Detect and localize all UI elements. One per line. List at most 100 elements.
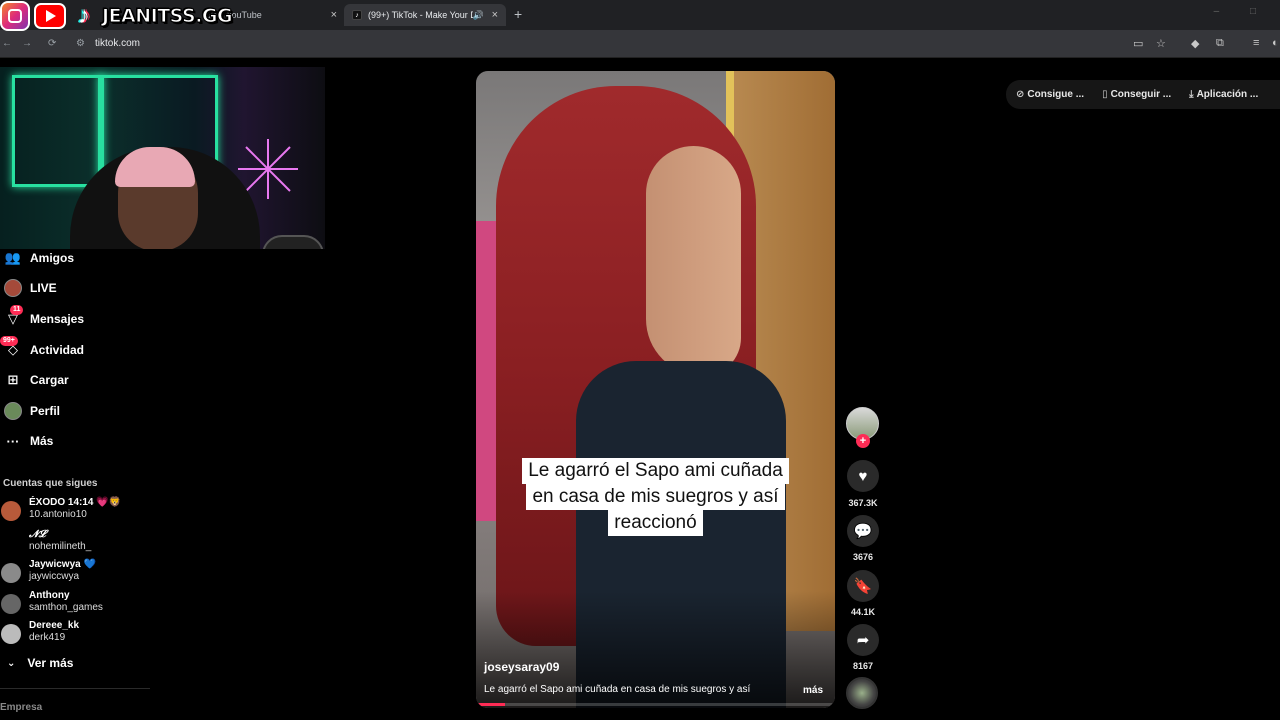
back-icon[interactable]: ←: [2, 38, 12, 49]
upload-icon: ⊞: [7, 372, 19, 387]
sidebar-item-label: Perfil: [30, 404, 61, 418]
avatar: [1, 563, 21, 583]
share-count: 8167: [852, 661, 874, 671]
url-field[interactable]: tiktok.com: [95, 38, 140, 49]
video-player[interactable]: Le agarró el Sapo ami cuñada en casa de …: [476, 71, 835, 708]
following-account[interactable]: ÉXODO 14:14 💗🦁 10.antonio10: [0, 497, 200, 525]
download-icon: ⤓: [1189, 89, 1194, 100]
following-account[interactable]: Jaywicwya 💙 jaywiccwya: [0, 559, 200, 587]
account-handle: derk419: [29, 632, 66, 643]
comment-button[interactable]: 💬: [847, 515, 879, 547]
pill-label: Consigue ...: [1027, 89, 1085, 100]
media-icon[interactable]: ≡: [1253, 37, 1259, 49]
video-progress-bar[interactable]: [476, 703, 835, 706]
sidebar-item-label: Cargar: [30, 373, 69, 387]
account-name: Jaywicwya 💙: [29, 559, 96, 570]
account-name: 𝓝𝓛: [29, 529, 46, 540]
sidebar-item-mas[interactable]: ··· Más: [0, 430, 200, 452]
see-more-button[interactable]: ⌄ Ver más: [3, 656, 73, 670]
account-handle: 10.antonio10: [29, 509, 87, 520]
account-name: Dereee_kk: [29, 620, 80, 631]
account-handle: samthon_games: [29, 602, 103, 613]
live-icon: [2, 279, 24, 297]
new-tab-button[interactable]: +: [514, 6, 522, 22]
account-handle: jaywiccwya: [29, 571, 80, 582]
share-icon: ➦: [856, 632, 870, 649]
sidebar-item-mensajes[interactable]: ▽ 11 Mensajes: [0, 305, 200, 330]
close-tab-icon[interactable]: ×: [492, 9, 498, 21]
extensions-icon[interactable]: ⧉: [1216, 37, 1224, 50]
avatar: [1, 501, 21, 521]
sidebar-item-cargar[interactable]: ⊞ Cargar: [0, 369, 200, 391]
more-icon: ···: [6, 433, 20, 449]
save-button[interactable]: 🔖: [847, 570, 879, 602]
avatar: [1, 533, 21, 553]
pill-label: Conseguir ...: [1110, 89, 1172, 100]
sidebar-item-perfil[interactable]: Perfil: [0, 400, 200, 422]
like-count: 367.3K: [848, 498, 878, 508]
music-disc-icon[interactable]: [846, 677, 878, 709]
get-coins-button[interactable]: ⊘ Consigue ...: [1016, 89, 1084, 100]
streamer-brand: JEANITSS.GG: [101, 5, 233, 28]
bookmark-star-icon[interactable]: ☆: [1156, 37, 1166, 50]
sidebar-item-live[interactable]: LIVE: [0, 277, 200, 299]
account-name: Anthony: [29, 590, 70, 601]
sidebar-item-label: Actividad: [30, 343, 85, 357]
reload-icon[interactable]: ⟳: [48, 38, 56, 49]
following-section-title: Cuentas que sigues: [3, 478, 98, 489]
sidebar-item-amigos[interactable]: 👥 Amigos: [0, 247, 200, 269]
activity-icon: ◇ 99+: [0, 336, 24, 359]
youtube-logo-icon: [34, 3, 66, 29]
tab-label: (99+) TikTok - Make Your Da: [368, 10, 473, 20]
speaker-icon[interactable]: 🔊: [473, 10, 484, 21]
avatar: [1, 594, 21, 614]
webcam-overlay: [0, 67, 325, 249]
following-account[interactable]: Anthony samthon_games: [0, 590, 200, 618]
like-button[interactable]: ♥: [847, 460, 879, 492]
share-button[interactable]: ➦: [847, 624, 879, 656]
friends-icon: 👥: [4, 250, 22, 265]
account-handle: nohemilineth_: [29, 541, 92, 552]
description-more-button[interactable]: más: [803, 685, 823, 696]
account-name: ÉXODO 14:14 💗🦁: [29, 497, 122, 508]
follow-plus-icon[interactable]: +: [856, 434, 870, 448]
extension-diamond-icon[interactable]: ◆: [1191, 37, 1199, 50]
pill-label: Aplicación ...: [1196, 89, 1259, 100]
caption-line: reaccionó: [608, 510, 703, 536]
following-account[interactable]: Dereee_kk derk419: [0, 620, 200, 648]
comment-count: 3676: [852, 552, 874, 562]
phone-icon: ▯: [1102, 89, 1108, 100]
see-more-label: Ver más: [27, 656, 74, 670]
caption-line: Le agarró el Sapo ami cuñada: [522, 458, 789, 484]
tiktok-logo-icon: ♪: [78, 2, 90, 29]
profile-icon[interactable]: ◐: [1272, 37, 1279, 49]
cast-icon[interactable]: ▭: [1133, 37, 1143, 50]
caption-line: en casa de mis suegros y así: [526, 484, 785, 510]
divider: [0, 688, 150, 689]
sidebar-item-actividad[interactable]: ◇ 99+ Actividad: [0, 336, 200, 361]
download-app-button[interactable]: ⤓ Aplicación ...: [1189, 89, 1258, 100]
footer-empresa-link[interactable]: Empresa: [0, 702, 42, 713]
following-account[interactable]: 𝓝𝓛 nohemilineth_: [0, 529, 200, 557]
video-caption-overlay: Le agarró el Sapo ami cuñada en casa de …: [476, 458, 835, 536]
sidebar-item-label: LIVE: [30, 281, 57, 295]
coin-icon: ⊘: [1016, 89, 1025, 100]
tiktok-favicon-icon: ♪: [352, 10, 362, 20]
sidebar-item-label: Amigos: [30, 251, 75, 265]
forward-icon[interactable]: →: [22, 38, 32, 49]
heart-icon: ♥: [858, 467, 868, 485]
avatar: [1, 624, 21, 644]
get-app-button[interactable]: ▯ Conseguir ...: [1102, 89, 1171, 100]
comment-icon: 💬: [853, 523, 873, 540]
window-controls[interactable]: – □: [1214, 6, 1270, 17]
profile-icon: [2, 402, 24, 420]
chevron-down-icon: ⌄: [7, 657, 16, 669]
top-right-actions: ⊘ Consigue ... ▯ Conseguir ... ⤓ Aplicac…: [1006, 80, 1280, 109]
video-author-username[interactable]: joseysaray09: [484, 660, 559, 674]
tab-tiktok[interactable]: ♪ (99+) TikTok - Make Your Da 🔊 ×: [344, 4, 506, 26]
site-info-icon[interactable]: ⚙: [76, 38, 85, 49]
video-description: Le agarró el Sapo ami cuñada en casa de …: [484, 684, 751, 695]
close-tab-icon[interactable]: ×: [331, 9, 337, 21]
sidebar-item-label: Mensajes: [30, 312, 85, 326]
activity-badge: 99+: [0, 336, 18, 346]
